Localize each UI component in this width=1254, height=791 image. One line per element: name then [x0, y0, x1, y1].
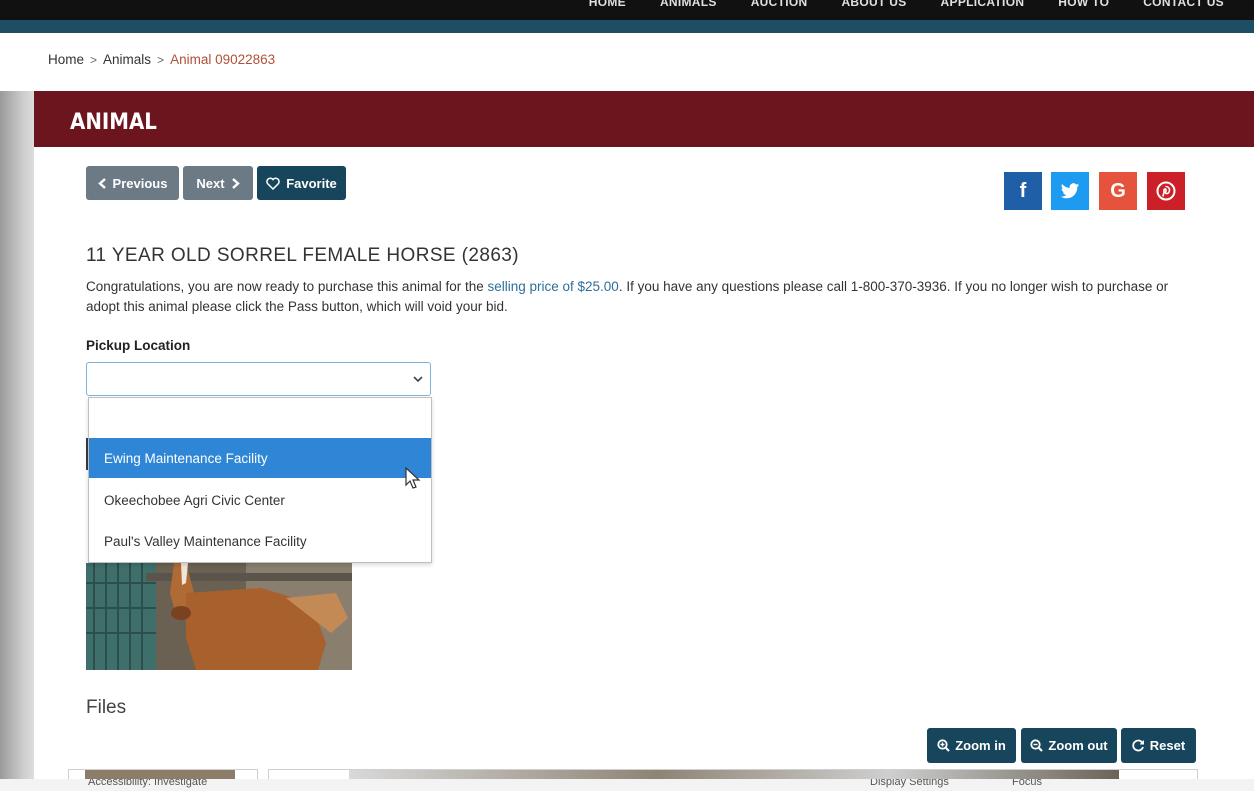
nav-auction[interactable]: AUCTION — [751, 0, 808, 9]
breadcrumb-current: Animal 09022863 — [170, 52, 276, 67]
pickup-location-label: Pickup Location — [86, 338, 191, 353]
zoom-in-icon — [937, 739, 950, 752]
pinterest-icon — [1156, 181, 1176, 201]
purchase-message: Congratulations, you are now ready to pu… — [86, 277, 1176, 317]
breadcrumb-home[interactable]: Home — [48, 52, 84, 67]
animal-heading: 11 YEAR OLD SORREL FEMALE HORSE (2863) — [86, 245, 519, 266]
option-pauls-valley-maintenance-facility[interactable]: Paul's Valley Maintenance Facility — [89, 521, 431, 561]
display-settings-button[interactable]: Display Settings — [870, 779, 949, 788]
nav-about-us[interactable]: ABOUT US — [841, 0, 906, 9]
nav-animals[interactable]: ANIMALS — [660, 0, 717, 9]
mouse-cursor-icon — [405, 467, 421, 489]
selling-price-link[interactable]: selling price of $25.00 — [487, 279, 618, 294]
reset-label: Reset — [1149, 738, 1186, 753]
zoom-out-label: Zoom out — [1048, 738, 1108, 753]
purchase-message-pre: Congratulations, you are now ready to pu… — [86, 279, 488, 294]
twitter-icon — [1060, 182, 1080, 198]
breadcrumb-separator: > — [90, 53, 98, 67]
pickup-location-dropdown: Ewing Maintenance Facility Okeechobee Ag… — [88, 397, 432, 563]
nav-contact-us[interactable]: CONTACT US — [1143, 0, 1224, 9]
refresh-icon — [1132, 739, 1144, 752]
files-heading: Files — [86, 697, 127, 718]
favorite-label: Favorite — [286, 175, 337, 191]
google-icon: G — [1110, 179, 1126, 202]
focus-button[interactable]: Focus — [1012, 779, 1042, 788]
breadcrumb-animals[interactable]: Animals — [103, 52, 151, 67]
option-okeechobee-agri-civic-center[interactable]: Okeechobee Agri Civic Center — [89, 480, 431, 520]
breadcrumb: Home > Animals > Animal 09022863 — [48, 52, 275, 67]
chevron-left-icon — [97, 177, 106, 189]
pickup-location-select[interactable] — [86, 362, 431, 396]
nav-home[interactable]: HOME — [589, 0, 626, 9]
chevron-right-icon — [231, 177, 240, 189]
heart-icon — [266, 177, 280, 190]
favorite-button[interactable]: Favorite — [257, 166, 346, 200]
previous-label: Previous — [112, 175, 168, 191]
twitter-share-button[interactable] — [1051, 172, 1089, 210]
option-ewing-maintenance-facility[interactable]: Ewing Maintenance Facility — [89, 438, 431, 478]
next-label: Next — [196, 175, 225, 191]
status-bar: Accessibility: Investigate Display Setti… — [0, 779, 1254, 791]
accessibility-status[interactable]: Accessibility: Investigate — [88, 779, 207, 788]
previous-button[interactable]: Previous — [86, 166, 179, 200]
zoom-out-icon — [1030, 739, 1044, 752]
page-title: ANIMAL — [70, 110, 157, 135]
google-share-button[interactable]: G — [1099, 172, 1137, 210]
reset-button[interactable]: Reset — [1121, 728, 1196, 763]
facebook-share-button[interactable]: f — [1004, 172, 1042, 210]
panel-header — [34, 91, 1254, 147]
dropdown-blank-option[interactable] — [89, 398, 431, 438]
nav-how-to[interactable]: HOW TO — [1058, 0, 1109, 9]
next-button[interactable]: Next — [183, 166, 253, 200]
zoom-out-button[interactable]: Zoom out — [1021, 728, 1117, 763]
top-nav-links: HOME ANIMALS AUCTION ABOUT US APPLICATIO… — [589, 0, 1224, 9]
nav-application[interactable]: APPLICATION — [941, 0, 1025, 9]
horse-photo-image — [86, 563, 352, 670]
chevron-down-icon — [413, 376, 423, 383]
animal-photo[interactable] — [86, 563, 352, 670]
top-nav-band — [0, 20, 1254, 33]
facebook-icon: f — [1019, 179, 1027, 202]
pinterest-share-button[interactable] — [1147, 172, 1185, 210]
zoom-in-label: Zoom in — [955, 738, 1006, 753]
top-nav: HOME ANIMALS AUCTION ABOUT US APPLICATIO… — [0, 0, 1254, 20]
breadcrumb-separator: > — [157, 53, 165, 67]
zoom-in-button[interactable]: Zoom in — [927, 728, 1016, 763]
